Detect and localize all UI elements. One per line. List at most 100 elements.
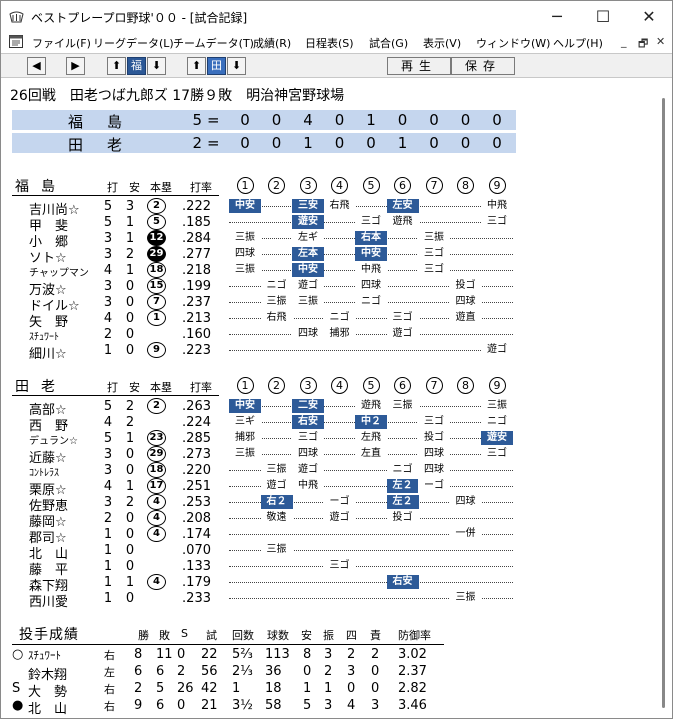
team-left-up-button[interactable]: ⬆ <box>107 57 126 75</box>
at-bat-result: 三振 <box>386 399 419 413</box>
batting-average: .224 <box>182 415 211 430</box>
close-button[interactable]: ✕ <box>626 1 672 32</box>
batting-average: .277 <box>182 247 211 262</box>
team-right-up-button[interactable]: ⬆ <box>187 57 206 75</box>
batter-row[interactable]: 西 野 4 2.224 三ギ 右安 中２ 三ゴ ニゴ <box>1 415 516 434</box>
batter-row[interactable]: 甲 斐 5 1 5.185 遊安 三ゴ 遊飛 三ゴ <box>1 214 516 234</box>
batter-row[interactable]: 西川愛 1 0 .233 三振 <box>1 591 516 610</box>
batter-row[interactable]: 矢 野 4 0 1.213 右飛 ニゴ 三ゴ 遊直 <box>1 310 516 330</box>
batter-row[interactable]: ソト☆ 3 2 29.277 四球 左本 中安 三ゴ <box>1 246 516 266</box>
home-run-count: 15 <box>147 278 166 294</box>
batting-average: .179 <box>182 575 211 590</box>
batter-row[interactable]: 細川☆ 1 0 9 .223 遊ゴ <box>1 342 516 362</box>
save-button[interactable]: 保存 <box>451 57 515 75</box>
mdi-minimize-button[interactable]: _ <box>621 35 627 48</box>
pitcher-er: 3 <box>371 698 380 713</box>
team-name: 田老 <box>15 379 67 395</box>
batter-row[interactable]: ｺﾝﾄﾚﾗｽ 3 0 18 .220 三振 遊ゴ ニゴ 四球 <box>1 462 516 479</box>
pitcher-h: 0 <box>303 664 312 679</box>
team-right-toggle[interactable]: 田 <box>207 57 226 75</box>
pitcher-w: 8 <box>134 647 143 662</box>
batter-row[interactable]: 郡司☆ 1 0 4.174 一併 <box>1 526 516 546</box>
pitcher-s: 0 <box>177 647 186 662</box>
batter-row[interactable]: 高部☆ 5 2 2.263 中安 二安 遊飛 三振 三振 <box>1 398 516 418</box>
batting-average: .273 <box>182 447 211 462</box>
linescore-row: 田老 2 = 0 0 1 0 0 1 0 0 0 <box>12 133 516 154</box>
batter-row[interactable]: デュラン☆ 5 1 23 .285 捕邪 三ゴ 左飛 投ゴ 遊安 <box>1 430 516 447</box>
at-bat-result: 三振 <box>229 263 261 277</box>
at-bat-result-hit: 中安 <box>229 199 261 213</box>
batter-name: ｺﾝﾄﾚﾗｽ <box>29 468 59 479</box>
team-right-down-button[interactable]: ⬇ <box>227 57 246 75</box>
menu-view[interactable]: 表示(V) <box>423 35 461 51</box>
pitching-column-header: 振 <box>323 629 334 642</box>
at-bat-result-hit: 遊安 <box>292 215 324 229</box>
play-button[interactable]: 再生 <box>387 57 451 75</box>
linescore-inning-value: 0 <box>460 134 471 152</box>
vertical-scrollbar[interactable] <box>659 79 672 718</box>
mdi-restore-button[interactable]: 🗗 <box>638 35 648 54</box>
batting-average: .253 <box>182 495 211 510</box>
batter-row[interactable]: チャップマン 4 1 18 .218 三振 中安 中飛 三ゴ <box>1 262 516 279</box>
batter-row[interactable]: ｽﾁｭﾜｰﾄ 2 0 .160 四球 捕邪 遊ゴ <box>1 327 516 343</box>
prev-game-button[interactable]: ◀ <box>27 57 46 75</box>
pitcher-ip: 5⅔ <box>232 647 253 662</box>
hits: 1 <box>125 479 135 494</box>
mdi-close-button[interactable]: ✕ <box>656 35 665 48</box>
batter-row[interactable]: 万波☆ 3 0 15.199 ニゴ 遊ゴ 四球 投ゴ <box>1 278 516 298</box>
at-bat-result: 四球 <box>449 495 482 509</box>
linescore-inning-value: 0 <box>460 111 471 129</box>
next-game-button[interactable]: ▶ <box>66 57 85 75</box>
maximize-button[interactable]: ☐ <box>580 1 626 32</box>
at-bats: 2 <box>103 327 113 342</box>
menu-game[interactable]: 試合(G) <box>369 35 408 51</box>
inning-header: 4 <box>331 377 348 394</box>
scrollbar-thumb[interactable] <box>662 98 665 708</box>
inning-header: 9 <box>488 177 506 194</box>
batting-average: .251 <box>182 479 211 494</box>
menu-team-data[interactable]: チームデータ(T) <box>173 35 254 51</box>
pitcher-row[interactable]: 鈴木翔左 6 6 2 56 2⅓ 36 0 2 3 0 2.37 <box>1 664 446 683</box>
batter-row[interactable]: 近藤☆ 3 0 29.273 三振 四球 左直 四球 三ゴ <box>1 446 516 466</box>
pitcher-row[interactable]: ● 北 山右 9 6 0 21 3½ 58 5 3 4 3 3.46 <box>1 698 446 717</box>
batter-row[interactable]: 吉川尚☆ 5 3 2.222 中安 三安 右飛 左安 中飛 <box>1 198 516 218</box>
team-left-down-button[interactable]: ⬇ <box>147 57 166 75</box>
pitcher-row[interactable]: ○ ｽﾁｭﾜｰﾄ右 8 11 0 22 5⅔ 113 8 3 2 2 3.02 <box>1 647 446 662</box>
hits: 1 <box>125 431 135 446</box>
batter-row[interactable]: 栗原☆ 4 1 17.251 遊ゴ 中飛 左２ ーゴ <box>1 478 516 498</box>
menu-help[interactable]: ヘルプ(H) <box>553 35 603 51</box>
pitcher-bb: 4 <box>347 698 356 713</box>
at-bat-result-hit: 左本 <box>292 247 324 261</box>
batter-row[interactable]: 藤岡☆ 2 0 4.208 敬遠 遊ゴ 投ゴ <box>1 510 516 530</box>
inning-header: 8 <box>457 377 474 394</box>
at-bat-result: 中飛 <box>355 263 387 277</box>
menu-file[interactable]: ファイル(F) <box>32 35 91 51</box>
home-run-count: 9 <box>147 342 166 358</box>
pitcher-hand: 右 <box>104 683 115 696</box>
minimize-button[interactable]: ─ <box>534 1 580 32</box>
menu-league-data[interactable]: リーグデータ(L) <box>93 35 174 51</box>
pitcher-k: 3 <box>324 647 333 662</box>
at-bat-result: 四球 <box>292 327 324 341</box>
batter-row[interactable]: ドイル☆ 3 0 7.237 三振 三振 ニゴ 四球 <box>1 294 516 314</box>
at-bat-result: 三振 <box>260 543 293 557</box>
hits: 0 <box>125 295 135 310</box>
batter-row[interactable]: 小 郷 3 1 12.284 三振 左ギ 右本 三振 <box>1 230 516 250</box>
menu-window[interactable]: ウィンドウ(W) <box>476 35 550 51</box>
menu-stats[interactable]: 成績(R) <box>253 35 291 51</box>
at-bat-result: 一併 <box>449 527 482 541</box>
pitcher-l: 11 <box>156 647 173 662</box>
linescore-inning-value: 0 <box>334 111 345 129</box>
title-bar[interactable]: ベストプレープロ野球'００ - [試合記録] ─ ☐ ✕ <box>1 1 672 32</box>
pitcher-row[interactable]: S大 勢右 2 5 26 42 1 18 1 1 0 0 2.82 <box>1 681 446 700</box>
menu-schedule[interactable]: 日程表(S) <box>305 35 354 51</box>
at-bat-result: ニゴ <box>260 279 293 293</box>
team-left-toggle[interactable]: 福 <box>127 57 146 75</box>
document-icon[interactable] <box>9 35 23 48</box>
batter-row[interactable]: 森下翔 1 1 4.179 右安 <box>1 574 516 594</box>
batter-row[interactable]: 佐野恵 3 2 4.253 右２ ーゴ 左２ 四球 <box>1 494 516 514</box>
pitching-title: 投手成績 <box>19 627 79 643</box>
batting-average: .263 <box>182 399 211 414</box>
batter-row[interactable]: 藤 平 1 0.133 三ゴ <box>1 559 516 578</box>
batter-row[interactable]: 北 山 1 0.070 三振 <box>1 543 516 562</box>
